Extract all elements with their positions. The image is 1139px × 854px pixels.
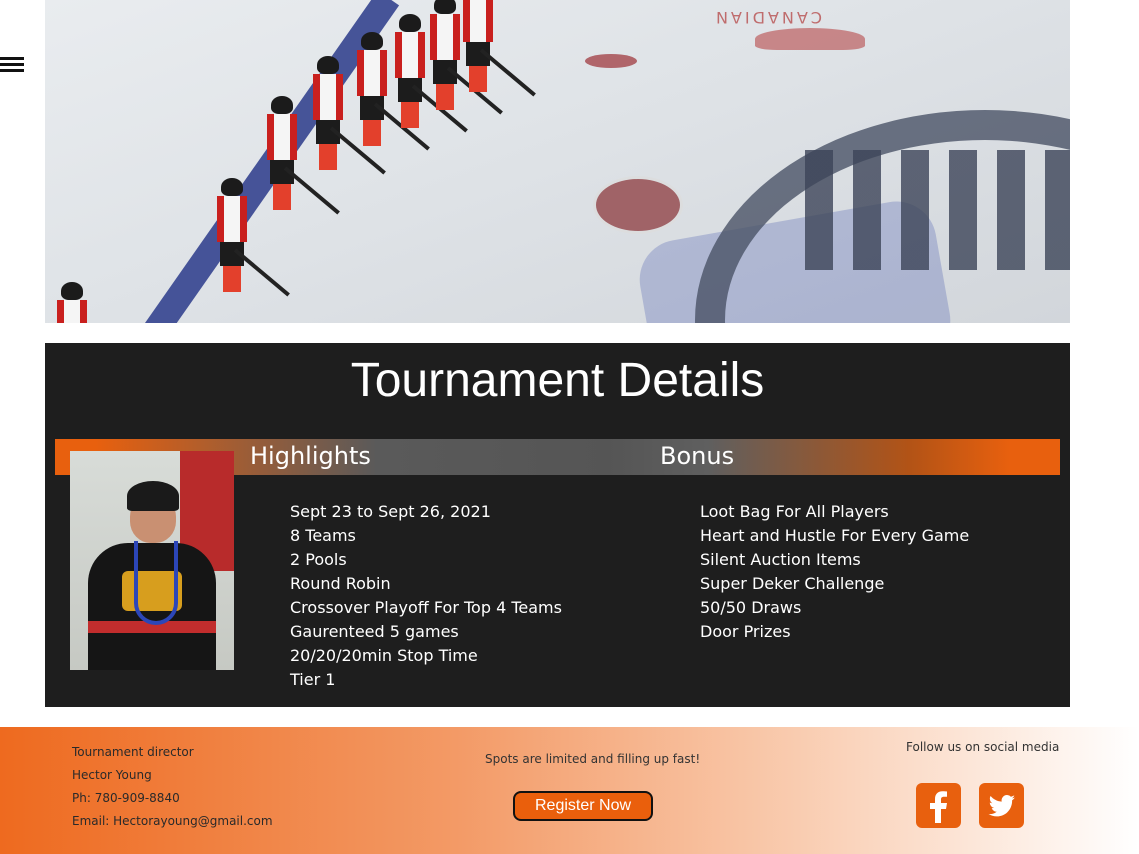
player-photo [70,451,234,670]
follow-social-label: Follow us on social media [906,740,1060,754]
rink-brand-text: CANADIAN [713,8,822,27]
register-now-button[interactable]: Register Now [513,791,653,821]
hockey-player [267,96,340,215]
list-item: Loot Bag For All Players [700,502,889,521]
faceoff-dot [585,54,637,68]
director-phone: Ph: 780-909-8840 [72,791,180,805]
faceoff-circle [593,176,683,234]
hockey-player [463,0,536,97]
hero-image: CANADIAN [45,0,1070,323]
list-item: Tier 1 [290,670,336,689]
highlights-list: Sept 23 to Sept 26, 2021 8 Teams 2 Pools… [290,500,562,692]
hockey-player [217,178,290,297]
list-item: 20/20/20min Stop Time [290,646,478,665]
hockey-player [313,56,386,175]
list-item: Door Prizes [700,622,791,641]
director-label: Tournament director [72,745,194,759]
list-item: Crossover Playoff For Top 4 Teams [290,598,562,617]
footer: Tournament director Hector Young Ph: 780… [0,727,1139,854]
director-email: Email: Hectorayoung@gmail.com [72,814,273,828]
tournament-details-panel: Tournament Details Highlights Bonus Sept… [45,343,1070,707]
list-item: Round Robin [290,574,391,593]
list-item: Silent Auction Items [700,550,861,569]
bonus-heading: Bonus [660,442,735,470]
hamburger-menu-icon[interactable] [0,57,24,75]
page-title: Tournament Details [350,354,765,407]
list-item: Super Deker Challenge [700,574,885,593]
hockey-player [357,32,430,151]
list-item: 8 Teams [290,526,356,545]
list-item: Heart and Hustle For Every Game [700,526,970,545]
list-item: Gaurenteed 5 games [290,622,459,641]
list-item: Sept 23 to Sept 26, 2021 [290,502,491,521]
director-contact: Tournament director Hector Young Ph: 780… [72,741,273,833]
hockey-player [395,14,468,133]
highlights-heading: Highlights [250,442,371,470]
bonus-list: Loot Bag For All Players Heart and Hustl… [700,500,969,644]
twitter-icon[interactable] [979,783,1024,828]
maple-leaf-logo [755,28,865,50]
list-item: 50/50 Draws [700,598,802,617]
center-ice-lettering [805,150,1070,270]
facebook-icon[interactable] [916,783,961,828]
spots-notice: Spots are limited and filling up fast! [485,752,701,766]
hockey-player [57,282,87,323]
list-item: 2 Pools [290,550,347,569]
hockey-player [430,0,503,115]
director-name: Hector Young [72,768,152,782]
